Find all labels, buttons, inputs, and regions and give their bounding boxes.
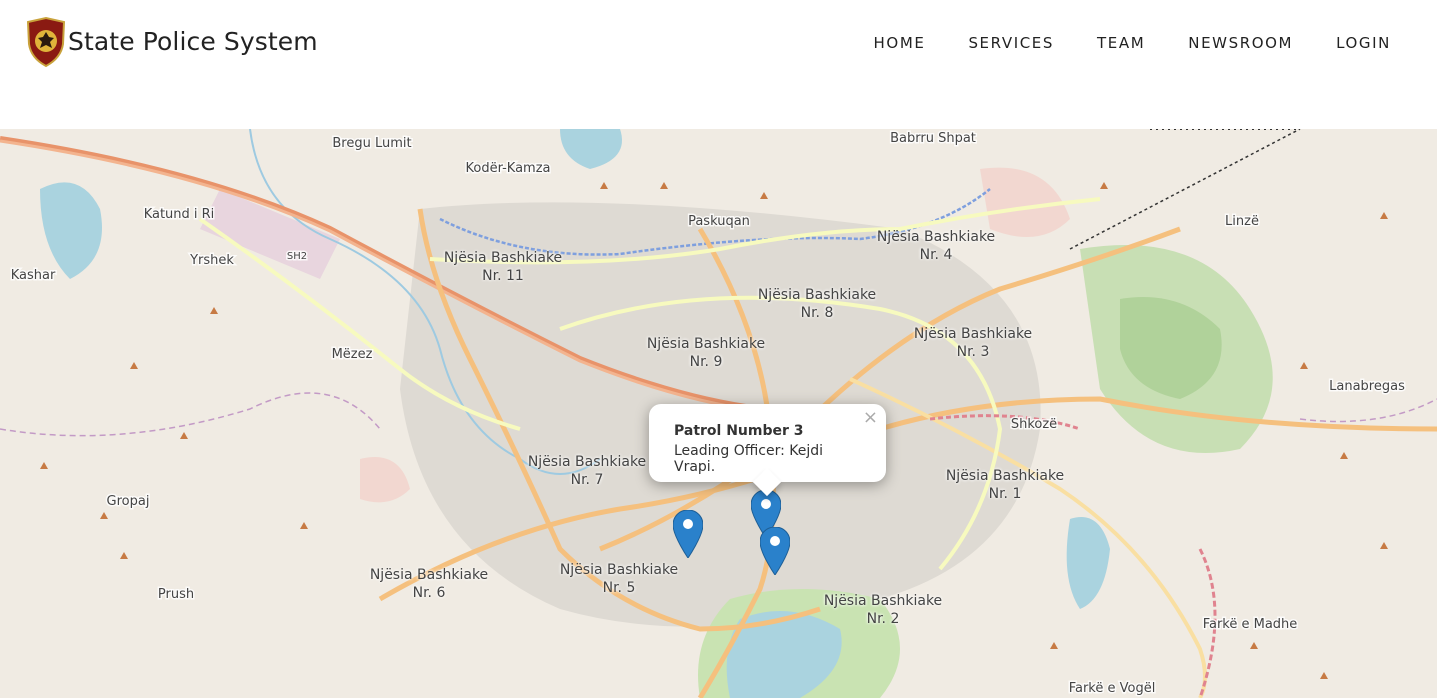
popup-close-button[interactable]: ×	[863, 407, 878, 428]
popup-body: Leading Officer: Kejdi Vrapi.	[674, 443, 824, 475]
label-gropaj: Gropaj	[107, 494, 150, 509]
district-label-nj11: Njësia Bashkiake Nr. 11	[443, 250, 563, 284]
label-koder-kamza: Kodër-Kamza	[465, 161, 550, 176]
district-label-nj8: Njësia Bashkiake Nr. 8	[757, 287, 877, 321]
popup-title: Patrol Number 3	[674, 423, 804, 439]
police-eagle-shield-icon	[26, 16, 66, 68]
label-farke-madhe: Farkë e Madhe	[1203, 617, 1298, 632]
brand-name: State Police System	[68, 26, 318, 56]
map-pin-icon	[759, 526, 791, 576]
nav-services[interactable]: SERVICES	[968, 34, 1054, 52]
nav-home[interactable]: HOME	[874, 34, 926, 52]
district-label-nj4: Njësia Bashkiake Nr. 4	[876, 229, 996, 263]
label-sh2: SH2	[287, 251, 307, 262]
map-pin-icon	[672, 509, 704, 559]
label-paskuqan: Paskuqan	[688, 214, 750, 229]
label-bregu-lumit: Bregu Lumit	[332, 136, 411, 151]
label-lanabregas: Lanabregas	[1329, 379, 1405, 394]
label-prush: Prush	[158, 587, 194, 602]
district-label-nj3: Njësia Bashkiake Nr. 3	[913, 326, 1033, 360]
site-header: State Police System HOME SERVICES TEAM N…	[0, 0, 1437, 129]
label-mezez: Mëzez	[332, 347, 373, 362]
nav-newsroom[interactable]: NEWSROOM	[1188, 34, 1293, 52]
patrol-marker-1[interactable]	[672, 509, 704, 559]
label-linze: Linzë	[1225, 214, 1259, 229]
label-shkoze: Shkozë	[1011, 417, 1057, 432]
district-label-nj6: Njësia Bashkiake Nr. 6	[369, 567, 489, 601]
nav-team[interactable]: TEAM	[1097, 34, 1145, 52]
nav-login[interactable]: LOGIN	[1336, 34, 1391, 52]
district-label-nj9: Njësia Bashkiake Nr. 9	[646, 336, 766, 370]
label-katund: Katund i Ri	[144, 207, 215, 222]
patrol-map[interactable]: Bregu Lumit Kodër-Kamza Babrru Shpat Pas…	[0, 129, 1437, 698]
label-kashar: Kashar	[11, 268, 56, 283]
district-label-nj5: Njësia Bashkiake Nr. 5	[559, 562, 679, 596]
label-yrshek: Yrshek	[189, 253, 234, 268]
district-label-nj7: Njësia Bashkiake Nr. 7	[527, 454, 647, 488]
brand-link[interactable]: State Police System	[25, 16, 318, 68]
label-babrru: Babrru Shpat	[890, 131, 976, 146]
district-label-nj1: Njësia Bashkiake Nr. 1	[945, 468, 1065, 502]
patrol-marker-2[interactable]	[759, 526, 791, 576]
district-label-nj2: Njësia Bashkiake Nr. 2	[823, 593, 943, 627]
patrol-popup: × Patrol Number 3 Leading Officer: Kejdi…	[649, 404, 886, 497]
label-farke-vogel: Farkë e Vogël	[1069, 681, 1156, 696]
main-nav: HOME SERVICES TEAM NEWSROOM LOGIN	[874, 34, 1391, 52]
